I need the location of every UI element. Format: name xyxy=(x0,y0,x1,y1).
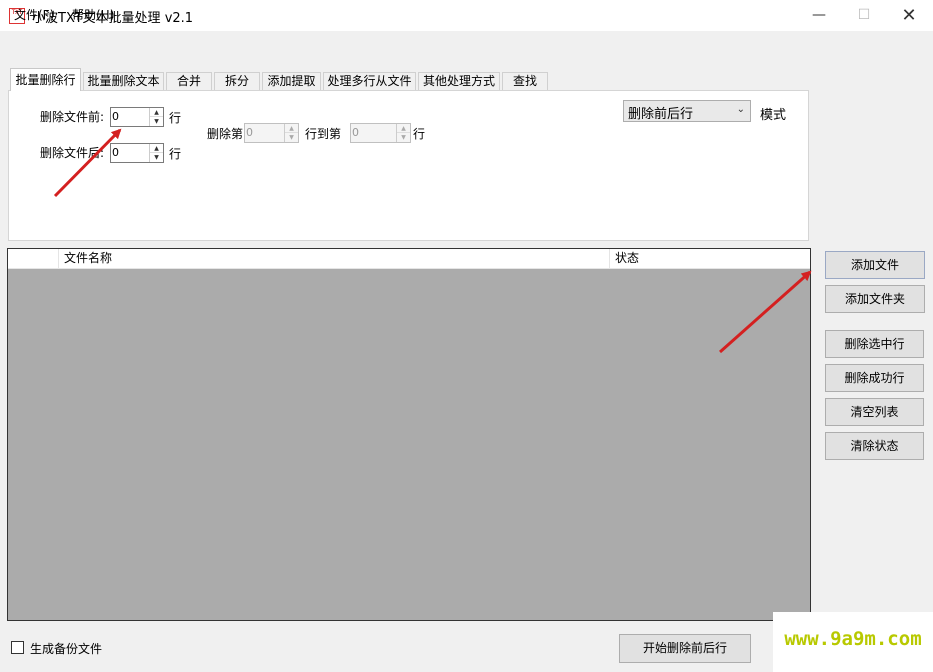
mode-label: 模式 xyxy=(760,108,787,123)
close-button[interactable]: ✕ xyxy=(886,0,932,31)
delete-after-value: 0 xyxy=(112,146,119,159)
line-unit-label: 行 xyxy=(413,127,426,141)
maximize-button[interactable]: ☐ xyxy=(841,0,887,31)
delete-nth-label: 删除第 xyxy=(207,127,244,141)
menu-file[interactable]: 文件(F) xyxy=(14,6,54,23)
backup-label[interactable]: 生成备份文件 xyxy=(30,640,102,657)
to-line-label: 行到第 xyxy=(305,127,342,141)
delete-after-label: 删除文件后: xyxy=(40,146,105,160)
delete-selected-button[interactable]: 删除选中行 xyxy=(825,330,924,358)
spin-buttons: ▲ ▼ xyxy=(149,144,163,162)
spin-up-icon[interactable]: ▲ xyxy=(150,144,163,153)
delete-success-button[interactable]: 删除成功行 xyxy=(825,364,924,392)
column-header-filename[interactable]: 文件名称 xyxy=(59,249,610,268)
menu-help[interactable]: 帮助(H) xyxy=(72,6,114,23)
column-header-status[interactable]: 状态 xyxy=(610,249,810,268)
tab-merge[interactable]: 合并 xyxy=(166,72,212,90)
line-unit-label: 行 xyxy=(169,147,182,161)
add-folder-button[interactable]: 添加文件夹 xyxy=(825,285,925,313)
tab-find[interactable]: 查找 xyxy=(502,72,548,90)
chevron-down-icon: ⌄ xyxy=(736,104,745,115)
delete-before-value: 0 xyxy=(112,110,119,123)
clear-status-button[interactable]: 清除状态 xyxy=(825,432,924,460)
spin-down-icon[interactable]: ▼ xyxy=(150,117,163,126)
backup-checkbox[interactable] xyxy=(11,641,24,654)
list-header: 文件名称 状态 xyxy=(8,249,810,269)
add-file-button[interactable]: 添加文件 xyxy=(825,251,925,279)
watermark: www.9a9m.com xyxy=(773,612,933,672)
file-list[interactable]: 文件名称 状态 xyxy=(7,248,811,621)
tab-batch-delete-lines[interactable]: 批量删除行 xyxy=(10,68,81,91)
delete-after-stepper[interactable]: 0 ▲ ▼ xyxy=(110,143,164,163)
delete-to-line-stepper: 0 ▲ ▼ xyxy=(350,123,411,143)
line-unit-label: 行 xyxy=(169,111,182,125)
spin-up-icon: ▲ xyxy=(397,124,410,133)
tab-add-extract[interactable]: 添加提取 xyxy=(262,72,321,90)
spin-buttons: ▲ ▼ xyxy=(284,124,298,142)
spin-buttons: ▲ ▼ xyxy=(396,124,410,142)
spin-down-icon: ▼ xyxy=(289,134,294,141)
clear-list-button[interactable]: 清空列表 xyxy=(825,398,924,426)
delete-before-stepper[interactable]: 0 ▲ ▼ xyxy=(110,107,164,127)
tab-other-methods[interactable]: 其他处理方式 xyxy=(418,72,500,90)
mode-select[interactable]: 删除前后行 ⌄ xyxy=(623,100,751,122)
column-header-index[interactable] xyxy=(8,249,59,268)
tab-batch-delete-text[interactable]: 批量删除文本 xyxy=(83,72,164,90)
tab-multiline-from-file[interactable]: 处理多行从文件 xyxy=(323,72,416,90)
delete-to-line-value: 0 xyxy=(352,126,359,139)
tab-split[interactable]: 拆分 xyxy=(214,72,260,90)
delete-before-label: 删除文件前: xyxy=(40,110,105,124)
delete-from-line-stepper: 0 ▲ ▼ xyxy=(244,123,299,143)
delete-from-line-value: 0 xyxy=(246,126,253,139)
spin-down-icon: ▼ xyxy=(401,134,406,141)
spin-up-icon: ▲ xyxy=(285,124,298,133)
spin-up-icon[interactable]: ▲ xyxy=(150,108,163,117)
start-button[interactable]: 开始删除前后行 xyxy=(619,634,751,663)
menu-bar xyxy=(0,31,933,57)
spin-buttons: ▲ ▼ xyxy=(149,108,163,126)
spin-down-icon[interactable]: ▼ xyxy=(150,153,163,162)
watermark-text: www.9a9m.com xyxy=(784,628,922,650)
minimize-button[interactable]: — xyxy=(796,0,842,31)
mode-select-value: 删除前后行 xyxy=(628,107,694,122)
